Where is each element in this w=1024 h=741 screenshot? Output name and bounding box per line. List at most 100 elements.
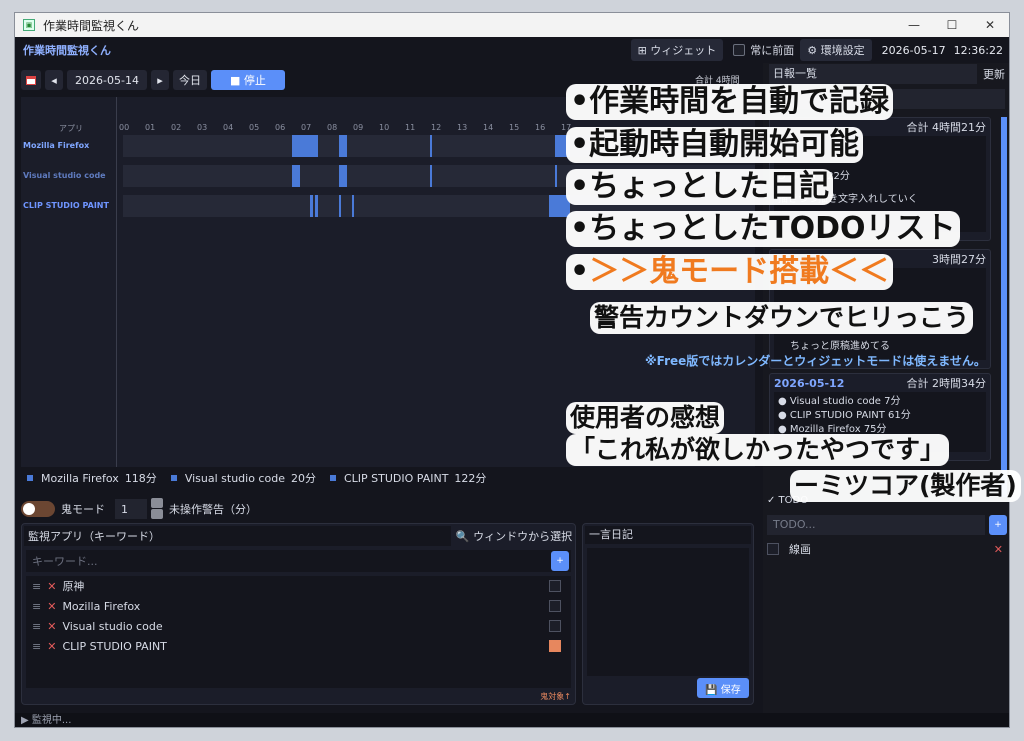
remove-icon[interactable]: ✕ — [47, 640, 56, 653]
todo-input[interactable]: TODO... — [767, 515, 985, 535]
idle-warning-label: 未操作警告（分） — [169, 503, 257, 516]
timeline-app-labels: アプリ — [21, 97, 117, 467]
timeline-hour-label: 07 — [301, 123, 312, 132]
maximize-button[interactable]: ☐ — [933, 18, 971, 32]
add-todo-button[interactable]: + — [989, 515, 1007, 535]
always-front-label: 常に前面 — [750, 44, 795, 57]
timeline-hour-label: 11 — [405, 123, 416, 132]
feature-oni-text: ＞＞鬼モード搭載＜＜ — [589, 254, 890, 289]
remove-icon[interactable]: ✕ — [47, 600, 56, 613]
day-card-line: ● Visual studio code 7分 — [778, 396, 901, 407]
legend-swatch — [170, 475, 177, 481]
drag-handle-icon[interactable]: ≡ — [32, 600, 41, 613]
timeline-hour-label: 00 — [119, 123, 130, 132]
monitor-app-item[interactable]: ≡ ✕ Mozilla Firefox — [26, 596, 571, 616]
delete-todo-icon[interactable]: ✕ — [994, 543, 1003, 556]
next-day-button[interactable]: ▸ — [151, 70, 169, 90]
legend-app-name: Visual studio code — [184, 471, 285, 485]
monitor-app-item[interactable]: ≡ ✕ Visual studio code — [26, 616, 571, 636]
feature-auto-start: •起動時自動開始可能 — [566, 127, 864, 163]
free-version-note: ※Free版ではカレンダーとウィジェットモードは使えません。 — [645, 354, 986, 368]
timeline-usage-block — [338, 135, 347, 157]
timeline-hour-label: 01 — [145, 123, 156, 132]
diary-title: 一言日記 — [585, 526, 751, 544]
monitor-title: 監視アプリ（キーワード） — [24, 526, 451, 546]
remove-icon[interactable]: ✕ — [47, 580, 56, 593]
oni-mode-label: 鬼モード — [61, 503, 105, 516]
monitor-app-item[interactable]: ≡ ✕ CLIP STUDIO PAINT — [26, 636, 571, 656]
legend-value: 118分 — [124, 472, 157, 485]
drag-handle-icon[interactable]: ≡ — [32, 640, 41, 653]
select-window-button[interactable]: 🔍 ウィンドウから選択 — [453, 528, 575, 544]
minimize-button[interactable]: — — [895, 18, 933, 32]
legend-app-name: Mozilla Firefox — [41, 471, 119, 485]
title-bar: ▣ 作業時間監視くん — ☐ ✕ — [15, 13, 1009, 37]
monitor-app-name: CLIP STUDIO PAINT — [62, 639, 167, 653]
toggle-knob — [23, 503, 35, 515]
oni-target-checkbox[interactable] — [549, 640, 561, 652]
idle-minutes-stepper[interactable] — [151, 498, 163, 520]
settings-button[interactable]: ⚙ 環境設定 — [800, 39, 872, 61]
impression-title: 使用者の感想 — [566, 402, 725, 434]
today-button[interactable]: 今日 — [173, 70, 207, 90]
refresh-button[interactable]: 更新 — [983, 66, 1005, 82]
always-front-checkbox[interactable] — [733, 44, 746, 56]
add-keyword-button[interactable]: + — [551, 551, 569, 571]
calendar-icon-svg — [26, 76, 36, 85]
monitor-header: 監視アプリ（キーワード） 🔍 ウィンドウから選択 — [22, 524, 575, 548]
oni-target-checkbox[interactable] — [549, 580, 561, 592]
legend-value: 20分 — [290, 472, 316, 485]
timeline-usage-block — [338, 195, 342, 217]
timeline-app-header: アプリ — [59, 124, 83, 133]
oni-target-checkbox[interactable] — [549, 600, 561, 612]
timeline-usage-block — [338, 165, 347, 187]
drag-handle-icon[interactable]: ≡ — [32, 620, 41, 633]
timeline-hour-label: 14 — [483, 123, 494, 132]
day-card-total: 合計 2時間34分 — [906, 377, 987, 390]
oni-target-checkbox[interactable] — [549, 620, 561, 632]
save-button[interactable]: 💾 保存 — [697, 678, 749, 698]
keyword-input[interactable]: キーワード... + — [26, 550, 571, 572]
close-button[interactable]: ✕ — [971, 18, 1009, 32]
status-bar: ▶ 監視中... — [15, 713, 1009, 727]
oni-mode-row: 鬼モード 1 未操作警告（分） — [21, 497, 257, 521]
todo-item[interactable]: 線画 ✕ — [767, 539, 1007, 559]
app-icon: ▣ — [23, 19, 35, 31]
timeline-app-name: Mozilla Firefox — [23, 141, 90, 150]
todo-text: 線画 — [789, 543, 811, 556]
monitor-app-name: 原神 — [62, 580, 85, 593]
timeline-hour-label: 10 — [379, 123, 390, 132]
feature-diary: •ちょっとした日記 — [566, 169, 834, 205]
timeline-usage-block — [429, 165, 433, 187]
oni-mode-toggle[interactable] — [21, 501, 55, 517]
diary-textarea[interactable] — [587, 548, 749, 676]
timeline-hour-label: 16 — [535, 123, 546, 132]
monitor-app-name: Visual studio code — [62, 619, 163, 633]
drag-handle-icon[interactable]: ≡ — [32, 580, 41, 593]
stepper-down[interactable] — [151, 509, 163, 519]
selected-date[interactable]: 2026-05-14 — [67, 70, 147, 90]
feature-oni-mode: •＞＞鬼モード搭載＜＜ — [566, 254, 894, 290]
prev-day-button[interactable]: ◂ — [45, 70, 63, 90]
legend-value: 122分 — [454, 472, 487, 485]
remove-icon[interactable]: ✕ — [47, 620, 56, 633]
history-scroll-thumb[interactable] — [1001, 117, 1007, 497]
todo-checkbox[interactable] — [767, 543, 779, 555]
always-front-toggle[interactable]: 常に前面 — [733, 42, 794, 58]
timeline-app-name: Visual studio code — [23, 171, 106, 180]
widget-button[interactable]: ⊞ ウィジェット — [630, 39, 724, 61]
stepper-up[interactable] — [151, 498, 163, 508]
window-title: 作業時間監視くん — [43, 18, 140, 33]
day-card-date: 2026-05-12 — [774, 376, 845, 390]
monitor-app-item[interactable]: ≡ ✕ 原神 — [26, 576, 571, 596]
current-time: 12:36:22 — [953, 43, 1003, 57]
timeline-usage-block — [554, 165, 558, 187]
timeline-hour-label: 09 — [353, 123, 364, 132]
stop-button[interactable]: ■ 停止 — [211, 70, 285, 90]
timeline-app-name: CLIP STUDIO PAINT — [23, 201, 109, 210]
idle-minutes-input[interactable]: 1 — [115, 499, 147, 519]
day-card-line: ● CLIP STUDIO PAINT 61分 — [778, 410, 911, 421]
timeline-hour-label: 04 — [223, 123, 234, 132]
timeline-hour-label: 08 — [327, 123, 338, 132]
calendar-icon[interactable] — [21, 70, 41, 90]
